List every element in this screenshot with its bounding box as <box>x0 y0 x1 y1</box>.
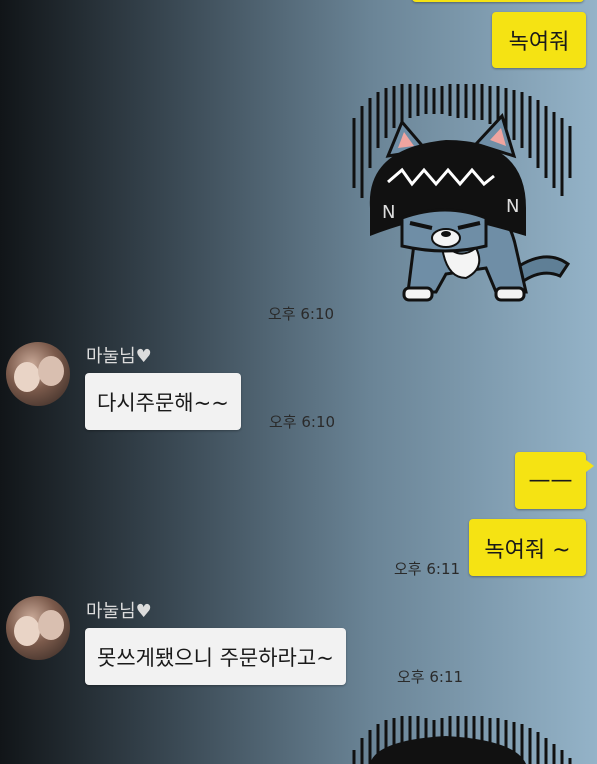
sender-name: 마눌님♥ <box>86 601 152 622</box>
bubble-tail <box>586 460 594 472</box>
my-message-bubble[interactable]: —— <box>515 452 586 509</box>
profile-avatar-icon[interactable] <box>6 342 70 406</box>
message-timestamp: 오후 6:10 <box>269 413 336 431</box>
my-message-bubble-partial[interactable] <box>412 0 584 2</box>
message-timestamp: 오후 6:11 <box>394 560 461 578</box>
message-text: —— <box>528 468 573 493</box>
message-timestamp: 오후 6:10 <box>268 305 335 323</box>
message-text: 다시주문해~~ <box>97 390 229 415</box>
message-text: 못쓰게됐으니 주문하라고~ <box>97 645 334 670</box>
my-message-bubble[interactable]: 녹여줘 ~ <box>469 519 586 576</box>
sender-name: 마눌님♥ <box>86 346 152 367</box>
message-text: 녹여줘 <box>508 30 570 55</box>
their-message-bubble[interactable]: 다시주문해~~ <box>85 373 241 430</box>
angry-cat-sticker-icon[interactable] <box>346 710 580 764</box>
angry-cat-sticker-icon[interactable]: N N <box>346 78 580 310</box>
svg-text:N: N <box>382 202 395 223</box>
svg-text:N: N <box>506 196 519 217</box>
profile-avatar-icon[interactable] <box>6 596 70 660</box>
their-message-bubble[interactable]: 못쓰게됐으니 주문하라고~ <box>85 628 346 685</box>
my-message-bubble[interactable]: 녹여줘 <box>492 12 586 68</box>
message-text: 녹여줘 ~ <box>484 537 571 563</box>
message-timestamp: 오후 6:11 <box>397 668 464 686</box>
